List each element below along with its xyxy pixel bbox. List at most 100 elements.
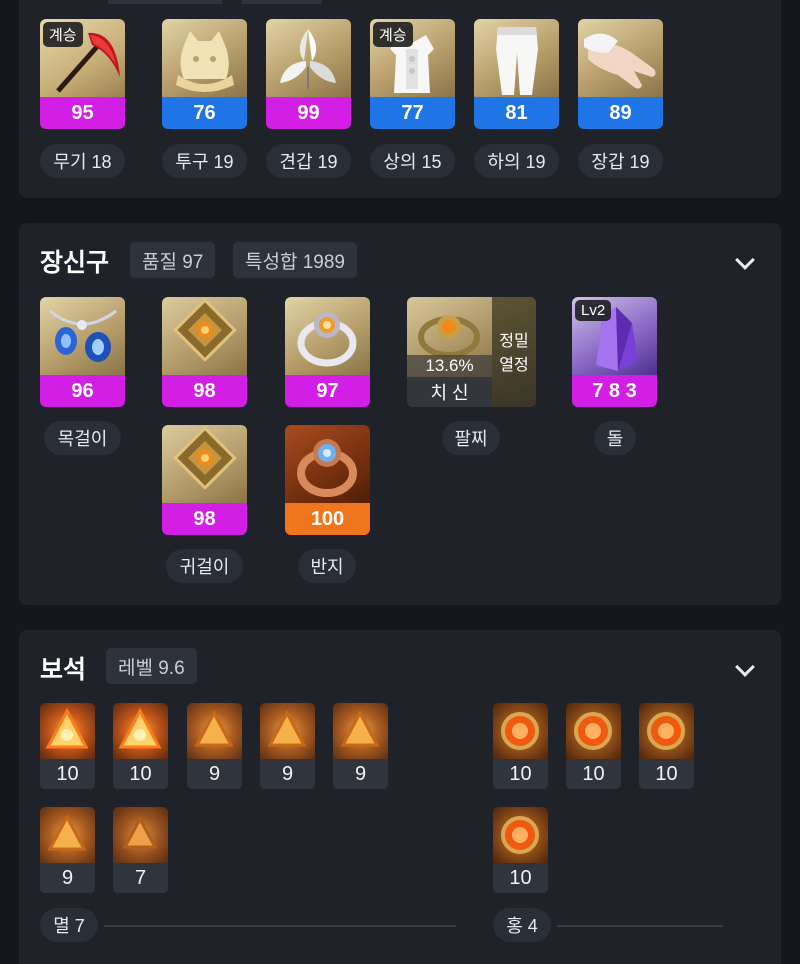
bracelet-effect-2: 열정	[499, 357, 529, 374]
gem-destruction[interactable]: 9	[40, 807, 95, 893]
crimson-gem-icon	[493, 703, 548, 759]
crimson-gem-icon	[493, 807, 548, 863]
earring-icon	[162, 425, 247, 503]
section-title-accessories: 장신구	[40, 249, 110, 277]
gem-level: 10	[493, 759, 548, 789]
equipment-card: 계승 95 무기 18 76 투구 19 99 견갑 19 계승 77 상의 1…	[19, 0, 781, 198]
gem-level: 9	[40, 863, 95, 893]
accessory-label-bracelet: 팔찌	[442, 421, 500, 455]
gem-level: 9	[333, 759, 388, 789]
quality-value: 77	[370, 97, 455, 129]
quality-value: 96	[40, 375, 125, 407]
equip-slot-weapon[interactable]: 계승 95	[40, 19, 125, 129]
gem-level: 10	[493, 863, 548, 893]
quality-value: 81	[474, 97, 559, 129]
chevron-down-icon[interactable]	[735, 250, 755, 270]
gem-level: 10	[639, 759, 694, 789]
gem-level: 7	[113, 863, 168, 893]
quality-value: 98	[162, 375, 247, 407]
cropped-chip	[108, 0, 222, 4]
bracelet-stats: 치 신	[407, 377, 492, 407]
gem-level: 9	[260, 759, 315, 789]
divider-line	[104, 925, 456, 927]
destruction-gem-icon	[187, 703, 242, 759]
bracelet-effect-1: 정밀	[499, 333, 529, 350]
earring-icon	[162, 297, 247, 375]
gem-level-chip: 레벨 9.6	[106, 648, 197, 684]
chevron-down-icon[interactable]	[735, 657, 755, 677]
inherit-badge: 계승	[43, 22, 83, 47]
gem-destruction[interactable]: 7	[113, 807, 168, 893]
gloves-icon	[578, 19, 663, 97]
ring-icon	[285, 297, 370, 375]
gem-crimson[interactable]: 10	[493, 703, 548, 789]
gem-crimson[interactable]: 10	[639, 703, 694, 789]
gem-destruction[interactable]: 9	[333, 703, 388, 789]
accessory-label-necklace: 목걸이	[44, 421, 121, 455]
destruction-gem-icon	[40, 807, 95, 863]
quality-value: 97	[285, 375, 370, 407]
crimson-gem-icon	[566, 703, 621, 759]
ability-stone-slot[interactable]: Lv2 7 8 3	[572, 297, 657, 407]
equip-label-top: 상의 15	[370, 144, 455, 178]
gem-level: 10	[113, 759, 168, 789]
bracelet-slot[interactable]: 13.6% 치 신 정밀 열정	[407, 297, 536, 407]
gem-group-label-destruction: 멸 7	[40, 908, 98, 942]
gem-crimson[interactable]: 10	[493, 807, 548, 893]
shoulder-icon	[266, 19, 351, 97]
gem-group-label-crimson: 홍 4	[493, 908, 551, 942]
gem-level: 10	[40, 759, 95, 789]
accessory-slot-ring-2[interactable]: 100	[285, 425, 370, 535]
gems-card: 보석 레벨 9.6 10 10 9 9 9 9 7 10 10 10 10 멸 …	[19, 630, 781, 964]
equip-slot-shoulder[interactable]: 99	[266, 19, 351, 129]
pants-icon	[474, 19, 559, 97]
destruction-gem-icon	[113, 703, 168, 759]
quality-value: 95	[40, 97, 125, 129]
accessory-slot-necklace[interactable]: 96	[40, 297, 125, 407]
gem-destruction[interactable]: 10	[40, 703, 95, 789]
equip-label-shoulder: 견갑 19	[266, 144, 351, 178]
equip-label-pants: 하의 19	[474, 144, 559, 178]
destruction-gem-icon	[260, 703, 315, 759]
accessory-slot-earring-1[interactable]: 98	[162, 297, 247, 407]
gem-destruction[interactable]: 10	[113, 703, 168, 789]
cropped-chip	[242, 0, 322, 4]
quality-chip: 품질 97	[130, 242, 216, 278]
destruction-gem-icon	[333, 703, 388, 759]
equip-label-weapon: 무기 18	[40, 144, 125, 178]
gem-level: 10	[566, 759, 621, 789]
gem-destruction[interactable]: 9	[260, 703, 315, 789]
divider-line	[557, 925, 723, 927]
equip-slot-pants[interactable]: 81	[474, 19, 559, 129]
destruction-gem-icon	[113, 807, 168, 863]
gem-destruction[interactable]: 9	[187, 703, 242, 789]
accessory-slot-earring-2[interactable]: 98	[162, 425, 247, 535]
crimson-gem-icon	[639, 703, 694, 759]
accessory-label-earring: 귀걸이	[166, 549, 243, 583]
quality-value: 98	[162, 503, 247, 535]
stone-value: 7 8 3	[572, 375, 657, 407]
quality-value: 89	[578, 97, 663, 129]
quality-value: 99	[266, 97, 351, 129]
destruction-gem-icon	[40, 703, 95, 759]
necklace-icon	[40, 297, 125, 375]
gem-level: 9	[187, 759, 242, 789]
equip-slot-helmet[interactable]: 76	[162, 19, 247, 129]
equip-label-helmet: 투구 19	[162, 144, 247, 178]
section-title-gems: 보석	[40, 656, 87, 684]
quality-value: 100	[285, 503, 370, 535]
inherit-badge: 계승	[373, 22, 413, 47]
accessory-label-stone: 돌	[594, 421, 636, 455]
stone-level-badge: Lv2	[575, 300, 612, 321]
equip-slot-top[interactable]: 계승 77	[370, 19, 455, 129]
bracelet-percent: 13.6%	[407, 355, 492, 377]
equip-slot-gloves[interactable]: 89	[578, 19, 663, 129]
ring-icon	[285, 425, 370, 503]
accessory-slot-ring-1[interactable]: 97	[285, 297, 370, 407]
accessories-card: 장신구 품질 97 특성합 1989 96 목걸이 98 97 13.6% 치 …	[19, 223, 781, 605]
stat-sum-chip: 특성합 1989	[233, 242, 357, 278]
helmet-icon	[162, 19, 247, 97]
accessory-label-ring: 반지	[298, 549, 356, 583]
gem-crimson[interactable]: 10	[566, 703, 621, 789]
quality-value: 76	[162, 97, 247, 129]
